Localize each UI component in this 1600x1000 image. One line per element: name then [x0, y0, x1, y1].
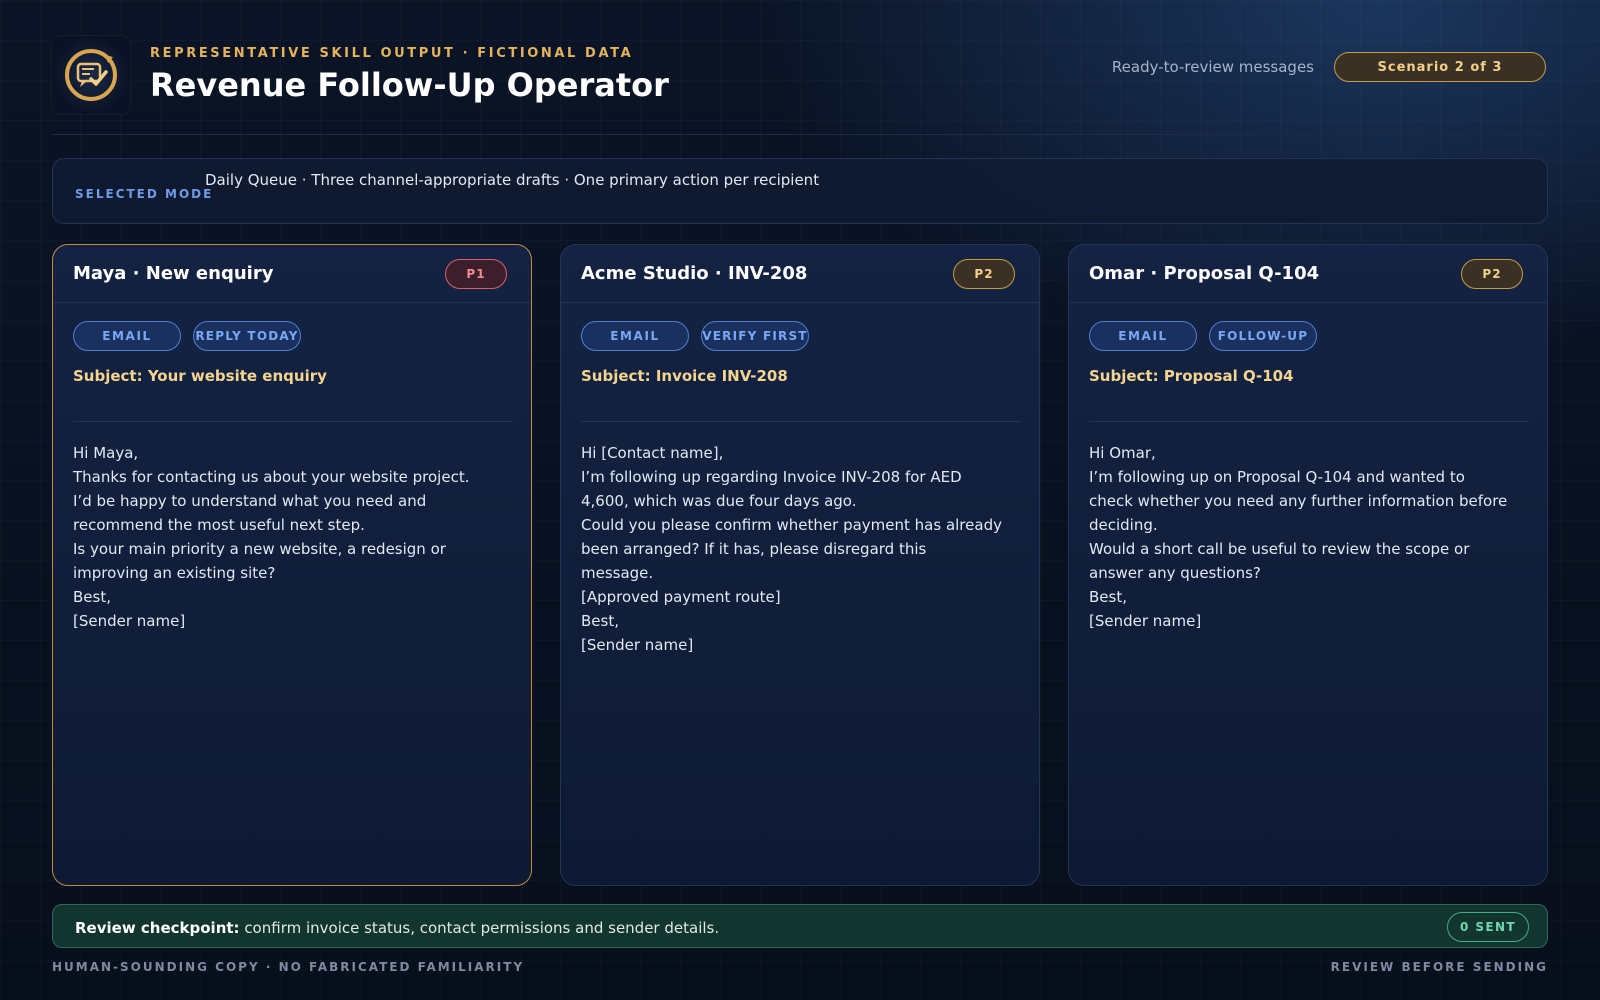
body-line: Best, [73, 588, 111, 606]
body-line: Hi Maya, [73, 444, 139, 462]
checkpoint-detail: confirm invoice status, contact permissi… [239, 919, 720, 937]
body-line: Would a short call be useful to review t… [1089, 540, 1470, 558]
body-line: recommend the most useful next step. [73, 516, 365, 534]
priority-badge: P1 [445, 259, 507, 289]
card-title: Acme Studio · INV-208 [581, 263, 808, 284]
body-line: check whether you need any further infor… [1089, 492, 1508, 510]
card-header: Acme Studio · INV-208 P2 [561, 245, 1039, 303]
card-chips: EMAIL REPLY TODAY [73, 321, 301, 351]
scenario-badge[interactable]: Scenario 2 of 3 [1334, 52, 1546, 82]
card-header: Omar · Proposal Q-104 P2 [1069, 245, 1547, 303]
draft-card-maya[interactable]: Maya · New enquiry P1 EMAIL REPLY TODAY … [52, 244, 532, 886]
body-line: been arranged? If it has, please disrega… [581, 540, 927, 558]
body-line: I’m following up regarding Invoice INV-2… [581, 468, 962, 486]
body-line: Hi [Contact name], [581, 444, 724, 462]
email-subject: Subject: Invoice INV-208 [581, 367, 788, 385]
action-chip[interactable]: VERIFY FIRST [701, 321, 809, 351]
body-line: [Approved payment route] [581, 588, 781, 606]
body-line: [Sender name] [73, 612, 186, 630]
body-line: message. [581, 564, 654, 582]
email-subject: Subject: Your website enquiry [73, 367, 327, 385]
checkpoint-text: Review checkpoint: confirm invoice statu… [75, 919, 719, 937]
body-line: I’d be happy to understand what you need… [73, 492, 427, 510]
body-line: answer any questions? [1089, 564, 1261, 582]
ready-label: Ready-to-review messages [1111, 58, 1314, 76]
body-line: Thanks for contacting us about your webs… [73, 468, 470, 486]
mode-bar: SELECTED MODE Daily Queue · Three channe… [52, 158, 1548, 224]
card-divider [1089, 421, 1529, 422]
draft-cards: Maya · New enquiry P1 EMAIL REPLY TODAY … [52, 244, 1548, 886]
review-checkpoint-bar: Review checkpoint: confirm invoice statu… [52, 904, 1548, 948]
body-line: I’m following up on Proposal Q-104 and w… [1089, 468, 1465, 486]
body-line: [Sender name] [1089, 612, 1202, 630]
footer-right-note: REVIEW BEFORE SENDING [1330, 960, 1548, 974]
body-line: [Sender name] [581, 636, 694, 654]
page: REPRESENTATIVE SKILL OUTPUT · FICTIONAL … [52, 0, 1548, 1000]
email-subject: Subject: Proposal Q-104 [1089, 367, 1294, 385]
body-line: improving an existing site? [73, 564, 276, 582]
body-line: Could you please confirm whether payment… [581, 516, 1002, 534]
action-chip[interactable]: REPLY TODAY [193, 321, 301, 351]
mode-label: SELECTED MODE [75, 187, 214, 201]
priority-badge: P2 [953, 259, 1015, 289]
card-header: Maya · New enquiry P1 [53, 245, 531, 303]
body-line: Is your main priority a new website, a r… [73, 540, 446, 558]
body-line: Hi Omar, [1089, 444, 1156, 462]
body-line: Best, [1089, 588, 1127, 606]
draft-card-omar[interactable]: Omar · Proposal Q-104 P2 EMAIL FOLLOW-UP… [1068, 244, 1548, 886]
eyebrow-label: REPRESENTATIVE SKILL OUTPUT · FICTIONAL … [150, 46, 634, 61]
header: REPRESENTATIVE SKILL OUTPUT · FICTIONAL … [52, 36, 1548, 114]
draft-card-acme[interactable]: Acme Studio · INV-208 P2 EMAIL VERIFY FI… [560, 244, 1040, 886]
mode-description: Daily Queue · Three channel-appropriate … [205, 171, 820, 189]
card-chips: EMAIL VERIFY FIRST [581, 321, 809, 351]
channel-chip[interactable]: EMAIL [581, 321, 689, 351]
card-divider [73, 421, 513, 422]
body-line: Best, [581, 612, 619, 630]
body-line: 4,600, which was due four days ago. [581, 492, 857, 510]
email-body: Hi Omar, I’m following up on Proposal Q-… [1089, 441, 1529, 633]
card-title: Omar · Proposal Q-104 [1089, 263, 1320, 284]
email-body: Hi Maya, Thanks for contacting us about … [73, 441, 513, 633]
body-line: deciding. [1089, 516, 1158, 534]
email-body: Hi [Contact name], I’m following up rega… [581, 441, 1021, 657]
header-divider [52, 134, 1548, 135]
priority-badge: P2 [1461, 259, 1523, 289]
channel-chip[interactable]: EMAIL [1089, 321, 1197, 351]
page-title: Revenue Follow-Up Operator [150, 66, 669, 104]
checkpoint-label: Review checkpoint: [75, 919, 240, 937]
footer-left-note: HUMAN-SOUNDING COPY · NO FABRICATED FAMI… [52, 960, 525, 974]
card-chips: EMAIL FOLLOW-UP [1089, 321, 1317, 351]
card-title: Maya · New enquiry [73, 263, 274, 284]
sent-count-badge: 0 SENT [1447, 912, 1529, 942]
chat-check-icon [52, 36, 130, 114]
channel-chip[interactable]: EMAIL [73, 321, 181, 351]
card-divider [581, 421, 1021, 422]
action-chip[interactable]: FOLLOW-UP [1209, 321, 1317, 351]
